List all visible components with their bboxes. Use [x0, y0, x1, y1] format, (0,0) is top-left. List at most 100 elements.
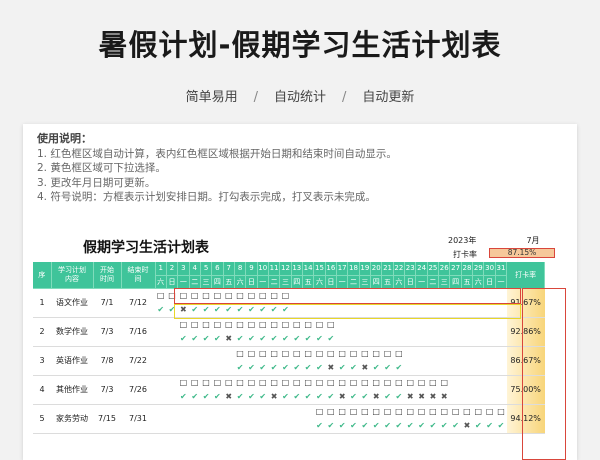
day-cell[interactable]	[438, 331, 450, 347]
day-cell[interactable]	[166, 360, 178, 376]
day-cell[interactable]	[189, 418, 201, 434]
day-cell[interactable]	[427, 331, 439, 347]
day-cell[interactable]	[291, 418, 303, 434]
day-cell[interactable]	[155, 389, 167, 405]
day-cell[interactable]	[279, 418, 292, 434]
day-cell[interactable]: ✔	[313, 360, 326, 376]
day-cell[interactable]: ✔	[336, 418, 348, 434]
day-cell[interactable]: ✔	[347, 418, 360, 434]
day-cell[interactable]: ✔	[325, 389, 337, 405]
row-content[interactable]: 英语作业	[51, 346, 93, 376]
day-cell[interactable]	[211, 360, 224, 376]
row-content[interactable]: 其他作业	[51, 375, 93, 405]
day-cell[interactable]: ✔	[155, 302, 167, 318]
day-cell[interactable]: ✔	[370, 360, 382, 376]
month-select[interactable]: 7月	[526, 235, 539, 246]
day-cell[interactable]: ✔	[268, 302, 280, 318]
day-cell[interactable]: ✖	[268, 389, 280, 405]
day-cell[interactable]	[177, 418, 190, 434]
day-cell[interactable]: ✔	[177, 389, 190, 405]
day-cell[interactable]: ✔	[234, 302, 246, 318]
day-cell[interactable]: ✔	[257, 389, 269, 405]
day-cell[interactable]	[415, 360, 428, 376]
day-cell[interactable]: ✖	[336, 389, 348, 405]
day-cell[interactable]: ✔	[472, 418, 484, 434]
day-cell[interactable]: ✔	[211, 302, 224, 318]
day-cell[interactable]	[381, 302, 394, 318]
day-cell[interactable]: ✔	[325, 331, 337, 347]
day-cell[interactable]	[483, 389, 496, 405]
day-cell[interactable]: ✔	[166, 302, 178, 318]
day-cell[interactable]: ✔	[291, 331, 303, 347]
day-cell[interactable]	[336, 331, 348, 347]
day-cell[interactable]	[404, 331, 416, 347]
day-cell[interactable]: ✔	[279, 389, 292, 405]
day-cell[interactable]	[359, 331, 371, 347]
day-cell[interactable]: ✖	[359, 360, 371, 376]
day-cell[interactable]: ✔	[381, 360, 394, 376]
day-cell[interactable]	[155, 331, 167, 347]
day-cell[interactable]	[415, 331, 428, 347]
day-cell[interactable]: ✔	[325, 418, 337, 434]
day-cell[interactable]: ✔	[211, 389, 224, 405]
day-cell[interactable]: ✔	[234, 360, 246, 376]
day-cell[interactable]: ✔	[268, 331, 280, 347]
day-cell[interactable]: ✖	[427, 389, 439, 405]
day-cell[interactable]	[166, 389, 178, 405]
day-cell[interactable]: ✔	[381, 418, 394, 434]
day-cell[interactable]: ✔	[279, 302, 292, 318]
day-cell[interactable]: ✔	[257, 302, 269, 318]
day-cell[interactable]: ✖	[223, 389, 235, 405]
day-cell[interactable]	[495, 331, 507, 347]
day-cell[interactable]: ✔	[393, 418, 405, 434]
day-cell[interactable]: ✔	[381, 389, 394, 405]
day-cell[interactable]	[461, 302, 473, 318]
day-cell[interactable]: ✔	[200, 331, 212, 347]
day-cell[interactable]: ✔	[189, 389, 201, 405]
day-cell[interactable]: ✔	[347, 389, 360, 405]
day-cell[interactable]: ✔	[495, 418, 507, 434]
day-cell[interactable]	[313, 302, 326, 318]
day-cell[interactable]	[393, 302, 405, 318]
row-content[interactable]: 家务劳动	[51, 404, 93, 434]
day-cell[interactable]: ✔	[427, 418, 439, 434]
day-cell[interactable]: ✔	[177, 331, 190, 347]
day-cell[interactable]	[415, 302, 428, 318]
day-cell[interactable]: ✔	[393, 389, 405, 405]
day-cell[interactable]: ✔	[257, 360, 269, 376]
day-cell[interactable]	[211, 418, 224, 434]
day-cell[interactable]: ✖	[223, 331, 235, 347]
day-cell[interactable]: ✔	[370, 418, 382, 434]
day-cell[interactable]: ✔	[313, 418, 326, 434]
day-cell[interactable]	[325, 302, 337, 318]
day-cell[interactable]: ✖	[438, 389, 450, 405]
day-cell[interactable]	[483, 360, 496, 376]
day-cell[interactable]: ✔	[245, 331, 258, 347]
day-cell[interactable]	[257, 418, 269, 434]
day-cell[interactable]: ✔	[291, 360, 303, 376]
day-cell[interactable]	[302, 418, 314, 434]
day-cell[interactable]: ✔	[245, 389, 258, 405]
day-cell[interactable]: ✔	[245, 302, 258, 318]
day-cell[interactable]	[495, 389, 507, 405]
day-cell[interactable]: ✔	[449, 418, 462, 434]
day-cell[interactable]	[291, 302, 303, 318]
day-cell[interactable]	[472, 302, 484, 318]
day-cell[interactable]: ✔	[313, 331, 326, 347]
day-cell[interactable]: ✔	[483, 418, 496, 434]
day-cell[interactable]: ✔	[291, 389, 303, 405]
day-cell[interactable]	[381, 331, 394, 347]
day-cell[interactable]	[166, 331, 178, 347]
day-cell[interactable]	[155, 360, 167, 376]
day-cell[interactable]	[223, 360, 235, 376]
day-cell[interactable]: ✔	[234, 331, 246, 347]
day-cell[interactable]	[166, 418, 178, 434]
day-cell[interactable]	[483, 302, 496, 318]
day-cell[interactable]	[245, 418, 258, 434]
day-cell[interactable]: ✖	[177, 302, 190, 318]
day-cell[interactable]	[449, 302, 462, 318]
day-cell[interactable]	[155, 418, 167, 434]
day-cell[interactable]: ✖	[415, 389, 428, 405]
day-cell[interactable]: ✔	[302, 389, 314, 405]
day-cell[interactable]: ✔	[279, 331, 292, 347]
